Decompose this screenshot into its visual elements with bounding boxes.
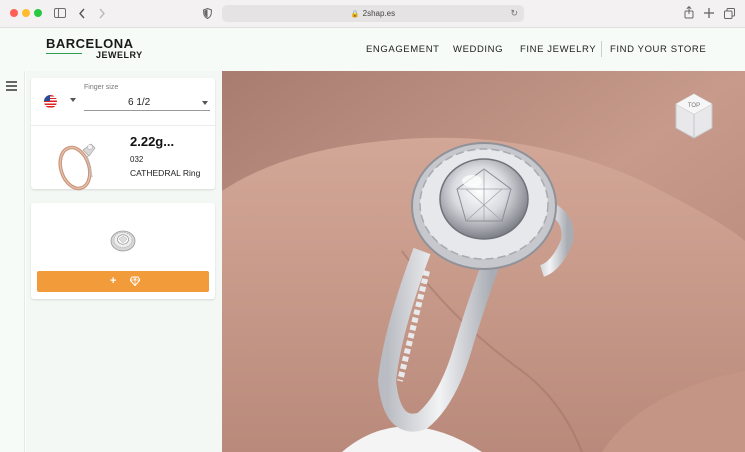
halo-setting-thumbnail[interactable] [109,227,137,253]
hamburger-menu-icon[interactable] [6,81,17,93]
logo-bottom-text: JEWELRY [96,50,143,60]
tabs-overview-icon[interactable] [724,8,735,19]
minimize-window-button[interactable] [22,9,30,17]
card-divider [31,125,215,126]
ring-3d-viewer[interactable] [222,71,745,452]
side-menu-strip [0,71,25,452]
close-window-button[interactable] [10,9,18,17]
finger-size-label: Finger size [84,84,119,91]
sidebar-toggle-icon[interactable] [54,8,66,18]
plus-icon: + [110,275,117,287]
forward-icon[interactable] [98,8,106,19]
ring-name: CATHEDRAL Ring [130,168,201,178]
reload-icon[interactable]: ↻ [510,5,518,22]
address-bar[interactable]: 🔒 2shap.es ↻ [222,5,524,22]
logo-accent-line [46,53,82,54]
url-text: 2shap.es [362,9,396,18]
finger-size-value: 6 1/2 [128,97,151,108]
chevron-down-icon [202,101,208,105]
diamond-highlight [462,175,482,187]
nav-wedding[interactable]: WEDDING [453,44,503,55]
ring-summary-card: Finger size 6 1/2 2.22g... 032 CATHEDRAL… [31,78,215,192]
cube-top-label: TOP [688,103,700,109]
privacy-shield-icon[interactable] [203,8,212,19]
nav-engagement[interactable]: ENGAGEMENT [366,44,440,55]
nav-find-your-store[interactable]: FIND YOUR STORE [610,44,706,55]
ring-code: 032 [130,155,144,164]
chevron-down-icon[interactable] [70,98,76,102]
brand-logo[interactable]: BARCELONA JEWELRY [46,37,146,63]
ring-thumbnail[interactable] [53,134,103,192]
diamond-icon [130,276,140,286]
browser-toolbar: 🔒 2shap.es ↻ [0,0,745,28]
new-tab-icon[interactable] [704,8,714,18]
zoom-window-button[interactable] [34,9,42,17]
nav-fine-jewelry[interactable]: FINE JEWELRY [520,44,596,55]
site-header: BARCELONA JEWELRY ENGAGEMENT WEDDING FIN… [0,28,745,71]
us-flag-icon[interactable] [44,95,57,108]
nav-divider [601,41,602,57]
configurator-panel: Finger size 6 1/2 2.22g... 032 CATHEDRAL… [26,71,222,452]
lock-icon: 🔒 [350,11,360,18]
add-stone-button[interactable]: + [37,271,209,292]
share-icon[interactable] [684,6,694,19]
view-cube[interactable]: TOP [674,92,714,142]
gem-card: + [31,203,215,299]
finger-size-select[interactable]: 6 1/2 [84,95,210,111]
logo-top-text: BARCELONA [46,36,134,51]
ring-weight: 2.22g... [130,134,175,149]
back-icon[interactable] [78,8,86,19]
